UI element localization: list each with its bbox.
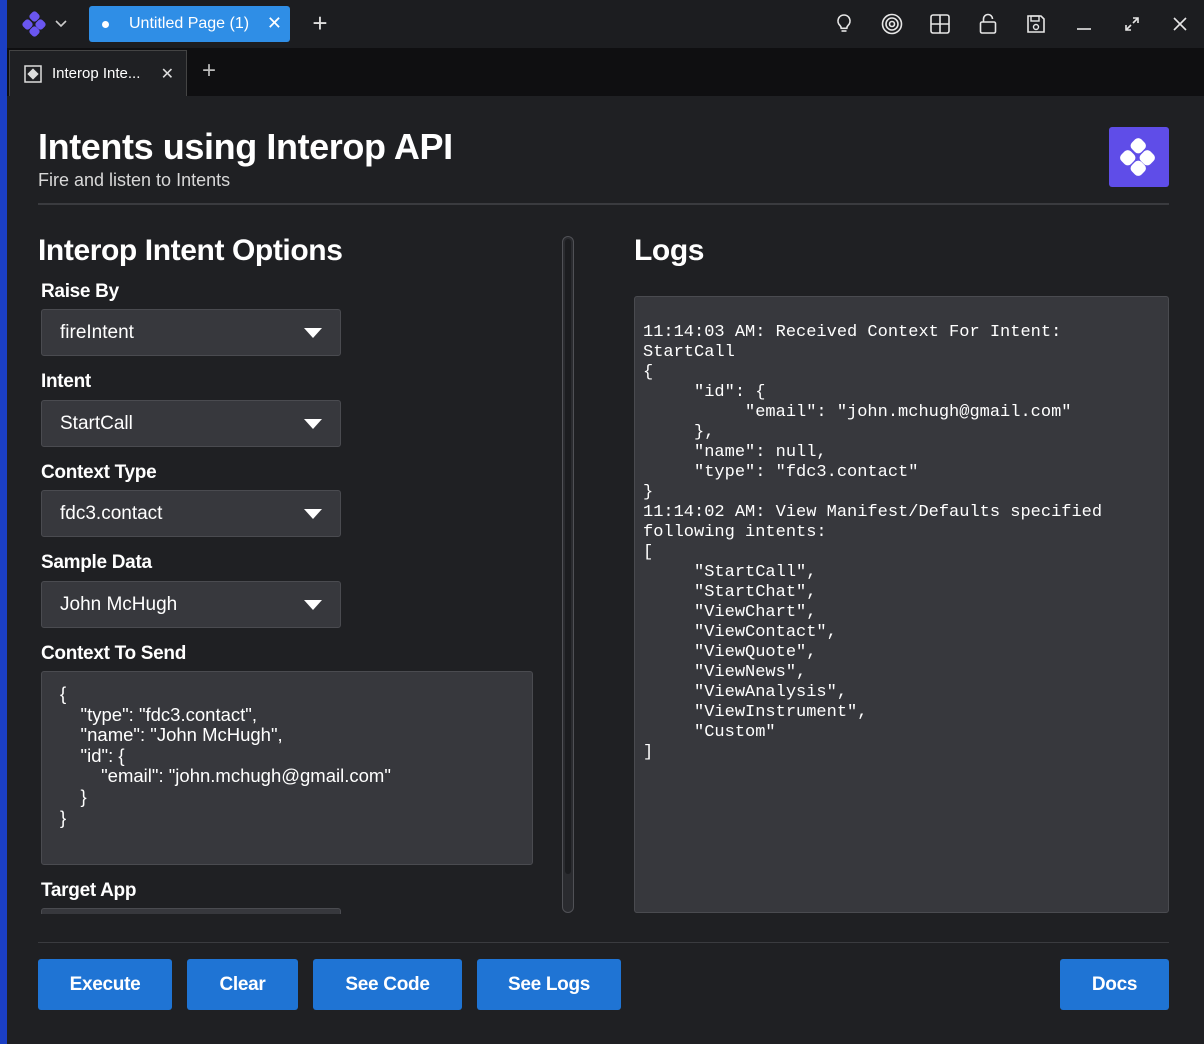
app-menu-button[interactable] (21, 10, 71, 38)
close-icon[interactable] (1156, 0, 1204, 48)
titlebar: Untitled Page (1) ✕ + (7, 0, 1204, 48)
see-logs-button[interactable]: See Logs (477, 959, 621, 1010)
context-to-send-label: Context To Send (41, 643, 187, 664)
caret-down-icon (304, 328, 322, 338)
options-heading: Interop Intent Options (38, 234, 343, 267)
lightbulb-icon[interactable] (820, 0, 868, 48)
openfin-logo-icon (22, 11, 46, 37)
docs-button[interactable]: Docs (1060, 959, 1169, 1010)
caret-down-icon (304, 600, 322, 610)
sample-data-select[interactable]: John McHugh (41, 581, 341, 628)
view-content: Intents using Interop API Fire and liste… (7, 96, 1200, 1040)
target-app-label: Target App (41, 880, 137, 901)
target-icon[interactable] (868, 0, 916, 48)
add-page-button[interactable]: + (307, 10, 333, 38)
page-subtitle: Fire and listen to Intents (38, 170, 231, 190)
unsaved-dot-icon (102, 20, 109, 28)
context-to-send-textarea[interactable]: { "type": "fdc3.contact", "name": "John … (41, 671, 533, 865)
see-code-button[interactable]: See Code (313, 959, 462, 1010)
add-view-button[interactable]: + (197, 59, 221, 84)
header-divider (38, 203, 1169, 205)
app-window: Untitled Page (1) ✕ + Interop Inte... ✕ … (0, 0, 1204, 1044)
raise-by-value: fireIntent (60, 321, 134, 343)
save-icon[interactable] (1012, 0, 1060, 48)
page-tab-title: Untitled Page (1) (129, 15, 250, 32)
brand-logo (1109, 127, 1169, 187)
view-diamond-icon (24, 64, 42, 83)
view-tab-title: Interop Inte... (52, 65, 141, 82)
target-app-select[interactable] (41, 908, 341, 914)
page-tab[interactable]: Untitled Page (1) ✕ (89, 6, 290, 42)
view-tab-close-icon[interactable]: ✕ (161, 64, 174, 84)
page-title: Intents using Interop API (38, 126, 453, 167)
sample-data-label: Sample Data (41, 552, 152, 573)
intent-select[interactable]: StartCall (41, 400, 341, 447)
lock-icon[interactable] (964, 0, 1012, 48)
logs-heading: Logs (634, 234, 705, 267)
context-type-value: fdc3.contact (60, 502, 163, 524)
caret-down-icon (304, 509, 322, 519)
clear-button[interactable]: Clear (187, 959, 298, 1010)
page-tab-close-icon[interactable]: ✕ (267, 13, 282, 34)
view-tab[interactable]: Interop Inte... ✕ (9, 50, 187, 96)
raise-by-select[interactable]: fireIntent (41, 309, 341, 356)
minimize-icon[interactable] (1060, 0, 1108, 48)
maximize-icon[interactable] (1108, 0, 1156, 48)
sample-data-value: John McHugh (60, 593, 178, 615)
raise-by-label: Raise By (41, 281, 119, 302)
openfin-logo-icon (1120, 138, 1155, 176)
footer-divider (38, 942, 1169, 943)
caret-down-icon (304, 419, 322, 429)
titlebar-actions (820, 0, 1204, 48)
view-tabstrip: Interop Inte... ✕ + (7, 48, 1204, 96)
execute-button[interactable]: Execute (38, 959, 172, 1010)
intent-label: Intent (41, 371, 91, 392)
chevron-down-icon (55, 20, 67, 28)
window-edge (0, 0, 7, 1044)
context-type-label: Context Type (41, 462, 157, 483)
context-type-select[interactable]: fdc3.contact (41, 490, 341, 537)
grid-icon[interactable] (916, 0, 964, 48)
options-scrollbar[interactable] (562, 236, 574, 913)
scrollbar-thumb[interactable] (565, 239, 571, 874)
intent-value: StartCall (60, 412, 133, 434)
logs-output: 11:14:03 AM: Received Context For Intent… (634, 296, 1169, 913)
